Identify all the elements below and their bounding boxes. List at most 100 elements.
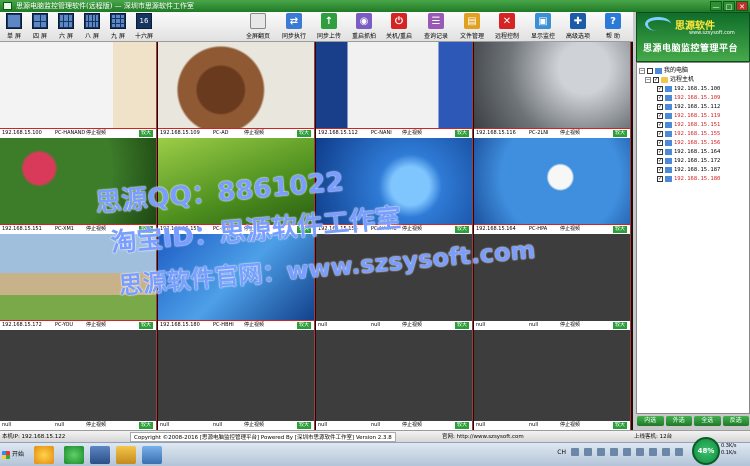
tree-host[interactable]: ✓ 192.168.15.155 [637,129,749,138]
checkbox[interactable]: ✓ [653,76,659,83]
layout-button-6[interactable]: 16 十六屏 [133,13,155,41]
layout-button-2[interactable]: 四 屏 [29,13,51,41]
tray-icon[interactable] [584,448,592,456]
remote-control-button[interactable]: ✕ 远程控制 [492,13,522,41]
enlarge-button[interactable]: 较大 [296,422,311,429]
tray-icon[interactable] [571,448,579,456]
start-button[interactable]: 开始 [1,447,31,463]
taskbar-folder-icon[interactable] [116,446,136,464]
empty-screen[interactable] [316,330,472,421]
stop-video-button[interactable]: 停止视频 [402,225,422,234]
monitor-cell[interactable]: 192.168.15.100 PC-HANAND 停止视频 较大 [0,42,157,138]
remote-screen-view[interactable] [316,42,472,129]
tray-icon[interactable] [662,448,670,456]
tray-icon[interactable] [675,448,683,456]
layout-button-4[interactable]: 八 屏 [81,13,103,41]
expand-icon[interactable]: − [639,67,645,74]
fullscreen-page-button[interactable]: 全屏翻页 [241,13,275,41]
enlarge-button[interactable]: 较大 [138,322,153,329]
checkbox[interactable]: ✓ [657,103,663,110]
advanced-options-button[interactable]: ✚ 高级选项 [563,13,593,41]
enlarge-button[interactable]: 较大 [138,422,153,429]
enlarge-button[interactable]: 较大 [612,130,627,137]
layout-button-1[interactable]: 单 屏 [3,13,25,41]
tray-icon[interactable] [610,448,618,456]
stop-video-button[interactable]: 停止视频 [402,421,422,430]
select-button-3[interactable]: 全选 [694,416,721,426]
stop-video-button[interactable]: 停止视频 [86,225,106,234]
tree-host[interactable]: ✓ 192.168.15.180 [637,174,749,183]
layout-button-3[interactable]: 六 屏 [55,13,77,41]
monitor-cell[interactable]: null null 停止视频 较大 [316,330,473,430]
enlarge-button[interactable]: 较大 [454,130,469,137]
tray-icon[interactable] [636,448,644,456]
checkbox[interactable]: ✓ [657,112,663,119]
enlarge-button[interactable]: 较大 [612,422,627,429]
enlarge-button[interactable]: 较大 [612,322,627,329]
taskbar-monitor-icon[interactable] [90,446,110,464]
monitor-cell[interactable]: null null 停止视频 较大 [474,330,631,430]
restart-capture-button[interactable]: ◉ 重启抓拍 [349,13,379,41]
enlarge-button[interactable]: 较大 [454,322,469,329]
tray-icon[interactable] [597,448,605,456]
checkbox[interactable] [647,67,653,74]
input-method[interactable]: CH [557,449,566,456]
enlarge-button[interactable]: 较大 [296,322,311,329]
stop-video-button[interactable]: 停止视频 [244,321,264,330]
stop-video-button[interactable]: 停止视频 [560,321,580,330]
monitor-cell[interactable]: null null 停止视频 较大 [0,330,157,430]
enlarge-button[interactable]: 较大 [612,226,627,233]
monitor-cell[interactable]: null null 停止视频 较大 [158,330,315,430]
tray-icon[interactable] [623,448,631,456]
stop-video-button[interactable]: 停止视频 [402,321,422,330]
tree-host[interactable]: ✓ 192.168.15.109 [637,93,749,102]
select-button-1[interactable]: 内选 [637,416,664,426]
empty-screen[interactable] [0,330,156,421]
monitor-cell[interactable]: 192.168.15.164 PC-HPA 停止视频 较大 [474,138,631,234]
close-button[interactable]: ✕ [736,1,748,11]
query-log-button[interactable]: ☰ 查询记录 [421,13,451,41]
stop-video-button[interactable]: 停止视频 [560,225,580,234]
remote-screen-view[interactable] [474,42,630,129]
remote-screen-view[interactable] [474,138,630,225]
sync-upload-button[interactable]: ↑ 同步上传 [314,13,344,41]
expand-icon[interactable]: − [645,76,651,83]
stop-video-button[interactable]: 停止视频 [402,129,422,138]
tray-icon[interactable] [649,448,657,456]
checkbox[interactable]: ✓ [657,157,663,164]
checkbox[interactable]: ✓ [657,175,663,182]
stop-video-button[interactable]: 停止视频 [560,421,580,430]
tree-host[interactable]: ✓ 192.168.15.187 [637,165,749,174]
tree-root[interactable]: − 我的电脑 [637,66,749,75]
cpu-gauge[interactable]: 48% [692,437,720,465]
taskbar-app-icon[interactable] [34,446,54,464]
stop-video-button[interactable]: 停止视频 [86,129,106,138]
stop-video-button[interactable]: 停止视频 [244,421,264,430]
tree-group[interactable]: − ✓ 远程主机 [637,75,749,84]
maximize-button[interactable]: □ [723,1,735,11]
tree-host[interactable]: ✓ 192.168.15.172 [637,156,749,165]
taskbar-browser-icon[interactable] [64,446,84,464]
select-button-4[interactable]: 反选 [722,416,749,426]
power-button[interactable]: ⏻ 关机/重启 [384,13,414,41]
tree-host[interactable]: ✓ 192.168.15.156 [637,138,749,147]
stop-video-button[interactable]: 停止视频 [560,129,580,138]
tree-host[interactable]: ✓ 192.168.15.119 [637,111,749,120]
empty-screen[interactable] [158,330,314,421]
monitor-cell[interactable]: 192.168.15.109 PC-AD 停止视频 较大 [158,42,315,138]
remote-screen-view[interactable] [158,42,314,129]
tree-host[interactable]: ✓ 192.168.15.112 [637,102,749,111]
remote-screen-view[interactable] [0,42,156,129]
checkbox[interactable]: ✓ [657,139,663,146]
enlarge-button[interactable]: 较大 [454,226,469,233]
stop-video-button[interactable]: 停止视频 [244,129,264,138]
display-monitor-button[interactable]: ▣ 显示监控 [528,13,558,41]
monitor-cell[interactable]: 192.168.15.116 PC-2LNI 停止视频 较大 [474,42,631,138]
enlarge-button[interactable]: 较大 [296,130,311,137]
enlarge-button[interactable]: 较大 [138,130,153,137]
select-button-2[interactable]: 外选 [665,416,692,426]
taskbar-network-icon[interactable] [142,446,162,464]
sync-exec-button[interactable]: ⇄ 同步执行 [279,13,309,41]
layout-button-5[interactable]: 九 屏 [107,13,129,41]
checkbox[interactable]: ✓ [657,94,663,101]
